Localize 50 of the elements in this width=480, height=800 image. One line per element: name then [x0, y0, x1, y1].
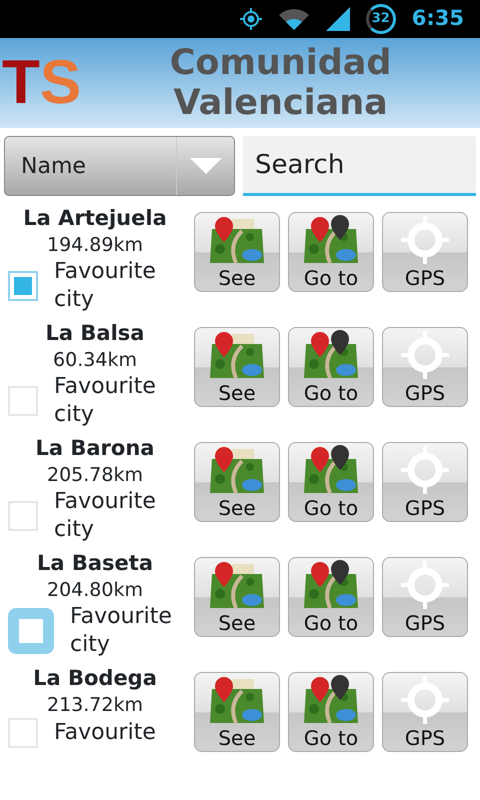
- checkbox-label: Favourite city: [54, 373, 157, 429]
- gps-button[interactable]: GPS: [382, 212, 468, 292]
- favourite-checkbox[interactable]: [8, 608, 54, 654]
- checkbox-label: Favourite city: [54, 258, 157, 314]
- checkbox-label: Favourite: [54, 719, 157, 747]
- battery-indicator: 32: [366, 4, 396, 34]
- see-button[interactable]: See: [194, 212, 280, 292]
- distance-text: 205.78km: [47, 463, 143, 488]
- see-button[interactable]: See: [194, 672, 280, 752]
- logo: TS: [1, 47, 82, 119]
- place-name: La Balsa: [46, 320, 144, 347]
- crosshair-icon: [400, 445, 450, 495]
- signal-icon: [326, 7, 350, 31]
- place-name: La Artejuela: [23, 205, 167, 232]
- see-button[interactable]: See: [194, 442, 280, 522]
- place-name: La Bodega: [33, 665, 157, 692]
- go-to-button[interactable]: Go to: [288, 557, 374, 637]
- gps-button[interactable]: GPS: [382, 442, 468, 522]
- place-name: La Baseta: [37, 550, 153, 577]
- gps-icon: [240, 8, 262, 30]
- app-title: Comunidad Valenciana: [168, 43, 392, 123]
- go-to-button[interactable]: Go to: [288, 672, 374, 752]
- go-to-button[interactable]: Go to: [288, 442, 374, 522]
- favourite-checkbox[interactable]: [8, 386, 38, 416]
- go-to-button[interactable]: Go to: [288, 327, 374, 407]
- crosshair-icon: [400, 560, 450, 610]
- favourite-checkbox[interactable]: [8, 271, 38, 301]
- wifi-icon: [278, 8, 310, 30]
- checkbox-label: Favourite city: [70, 603, 173, 659]
- place-name: La Barona: [36, 435, 154, 462]
- crosshair-icon: [400, 215, 450, 265]
- see-button[interactable]: See: [194, 557, 280, 637]
- gps-button[interactable]: GPS: [382, 672, 468, 752]
- checkbox-label: Favourite city: [54, 488, 157, 544]
- caret-icon: [190, 158, 222, 174]
- distance-text: 213.72km: [47, 693, 143, 718]
- see-button[interactable]: See: [194, 327, 280, 407]
- crosshair-icon: [400, 330, 450, 380]
- go-to-button[interactable]: Go to: [288, 212, 374, 292]
- distance-text: 60.34km: [53, 348, 137, 373]
- sort-dropdown[interactable]: Name: [4, 136, 235, 196]
- gps-button[interactable]: GPS: [382, 327, 468, 407]
- gps-button[interactable]: GPS: [382, 557, 468, 637]
- favourite-checkbox[interactable]: [8, 501, 38, 531]
- clock: 6:35: [412, 5, 464, 32]
- search-field[interactable]: Search: [243, 136, 476, 196]
- distance-text: 204.80km: [47, 578, 143, 603]
- crosshair-icon: [400, 675, 450, 725]
- distance-text: 194.89km: [47, 233, 143, 258]
- favourite-checkbox[interactable]: [8, 718, 38, 748]
